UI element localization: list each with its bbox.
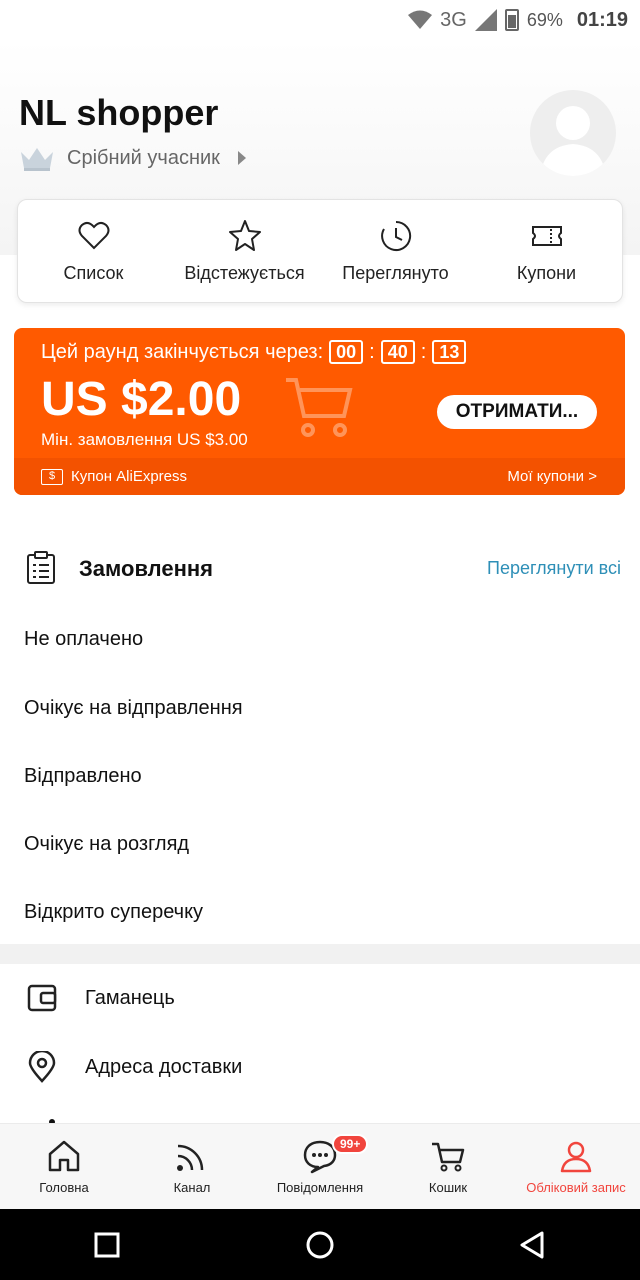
followed-button[interactable]: Відстежується xyxy=(169,200,320,302)
member-tier-label: Срібний учасник xyxy=(67,146,220,169)
wishlist-button[interactable]: Список xyxy=(18,200,169,302)
tab-feed-label: Канал xyxy=(173,1180,211,1195)
my-coupons-link[interactable]: Мої купони > xyxy=(507,468,597,485)
clipboard-icon xyxy=(27,551,55,584)
user-name: NL shopper xyxy=(19,92,219,133)
battery-percent: 69% xyxy=(526,9,563,30)
chevron-right-icon xyxy=(237,151,246,165)
timer-seconds: 13 xyxy=(432,340,467,364)
home-circle-icon[interactable] xyxy=(305,1230,335,1260)
location-pin-icon xyxy=(28,1051,56,1083)
user-silhouette-icon xyxy=(540,106,606,176)
wallet-menu-item[interactable]: Гаманець xyxy=(0,968,640,1028)
tab-cart-label: Кошик xyxy=(428,1180,468,1195)
get-coupon-button[interactable]: ОТРИМАТИ... xyxy=(437,395,597,429)
timer-hours: 00 xyxy=(329,340,364,364)
coupon-amount: US $2.00 xyxy=(41,373,242,426)
orders-title: Замовлення xyxy=(79,556,214,581)
tab-feed[interactable]: Канал xyxy=(128,1124,256,1209)
coupon-footer: $ Купон AliExpress Мої купони > xyxy=(14,458,625,495)
order-status-awaiting-review[interactable]: Очікує на розгляд xyxy=(24,833,189,856)
section-divider xyxy=(0,944,640,964)
system-navigation-bar xyxy=(0,1209,640,1280)
round-text: Цей раунд закінчується через: xyxy=(41,340,324,363)
crown-icon xyxy=(21,148,53,171)
status-bar: 3G 69% 01:19 xyxy=(0,0,640,40)
home-icon xyxy=(48,1140,80,1172)
clock: 01:19 xyxy=(576,8,628,31)
cart-icon xyxy=(432,1142,465,1172)
wallet-label: Гаманець xyxy=(85,986,175,1009)
history-clock-icon xyxy=(380,220,411,251)
viewed-label: Переглянуто xyxy=(342,262,449,283)
min-order: Мін. замовлення US $3.00 xyxy=(41,430,248,449)
coupon-ticket-icon: $ xyxy=(41,468,63,485)
avatar[interactable] xyxy=(530,90,616,176)
tab-messages[interactable]: 99+ Повідомлення xyxy=(256,1124,384,1209)
tab-cart[interactable]: Кошик xyxy=(384,1124,512,1209)
cart-watermark-icon xyxy=(286,378,353,437)
order-status-awaiting-shipment[interactable]: Очікує на відправлення xyxy=(24,697,243,720)
coupons-button[interactable]: Купони xyxy=(471,200,622,302)
shipping-address-label: Адреса доставки xyxy=(85,1055,243,1078)
wallet-icon xyxy=(27,984,57,1012)
coupons-label: Купони xyxy=(516,262,577,283)
viewed-button[interactable]: Переглянуто xyxy=(320,200,471,302)
coupon-source: Купон AliExpress xyxy=(71,468,188,485)
account-icon xyxy=(560,1141,592,1173)
network-label: 3G xyxy=(440,8,467,31)
signal-icon xyxy=(474,9,497,31)
heart-icon xyxy=(78,221,109,249)
followed-label: Відстежується xyxy=(184,262,305,283)
order-status-dispute-opened[interactable]: Відкрито суперечку xyxy=(24,901,203,924)
bottom-tab-bar: Головна Канал 99+ Повідомлення Кошик Обл… xyxy=(0,1123,640,1209)
recent-apps-icon[interactable] xyxy=(92,1230,122,1260)
star-icon xyxy=(228,219,261,251)
member-tier[interactable]: Срібний учасник xyxy=(19,144,246,172)
tab-messages-label: Повідомлення xyxy=(276,1180,364,1195)
order-status-unpaid[interactable]: Не оплачено xyxy=(24,628,143,651)
tab-home[interactable]: Головна xyxy=(0,1124,128,1209)
feed-icon xyxy=(177,1144,204,1171)
tab-account-label: Обліковий запис xyxy=(526,1180,626,1195)
round-timer: Цей раунд закінчується через: 00 : 40 : … xyxy=(41,340,467,364)
wishlist-label: Список xyxy=(63,262,124,283)
tab-account[interactable]: Обліковий запис xyxy=(512,1124,640,1209)
quick-actions-card: Список Відстежується Переглянуто Купони xyxy=(17,199,623,303)
view-all-orders-link[interactable]: Переглянути всі xyxy=(487,558,621,579)
tab-home-label: Головна xyxy=(39,1180,89,1195)
timer-minutes: 40 xyxy=(380,340,415,364)
coupon-banner: Цей раунд закінчується через: 00 : 40 : … xyxy=(14,328,625,495)
back-triangle-icon[interactable] xyxy=(518,1230,548,1260)
battery-icon xyxy=(504,9,519,31)
coupon-ticket-icon xyxy=(531,225,562,246)
shipping-address-menu-item[interactable]: Адреса доставки xyxy=(0,1037,640,1097)
orders-header: Замовлення Переглянути всі xyxy=(0,540,640,598)
order-status-shipped[interactable]: Відправлено xyxy=(24,765,142,788)
unread-badge: 99+ xyxy=(332,1134,369,1154)
wifi-icon xyxy=(408,10,433,29)
